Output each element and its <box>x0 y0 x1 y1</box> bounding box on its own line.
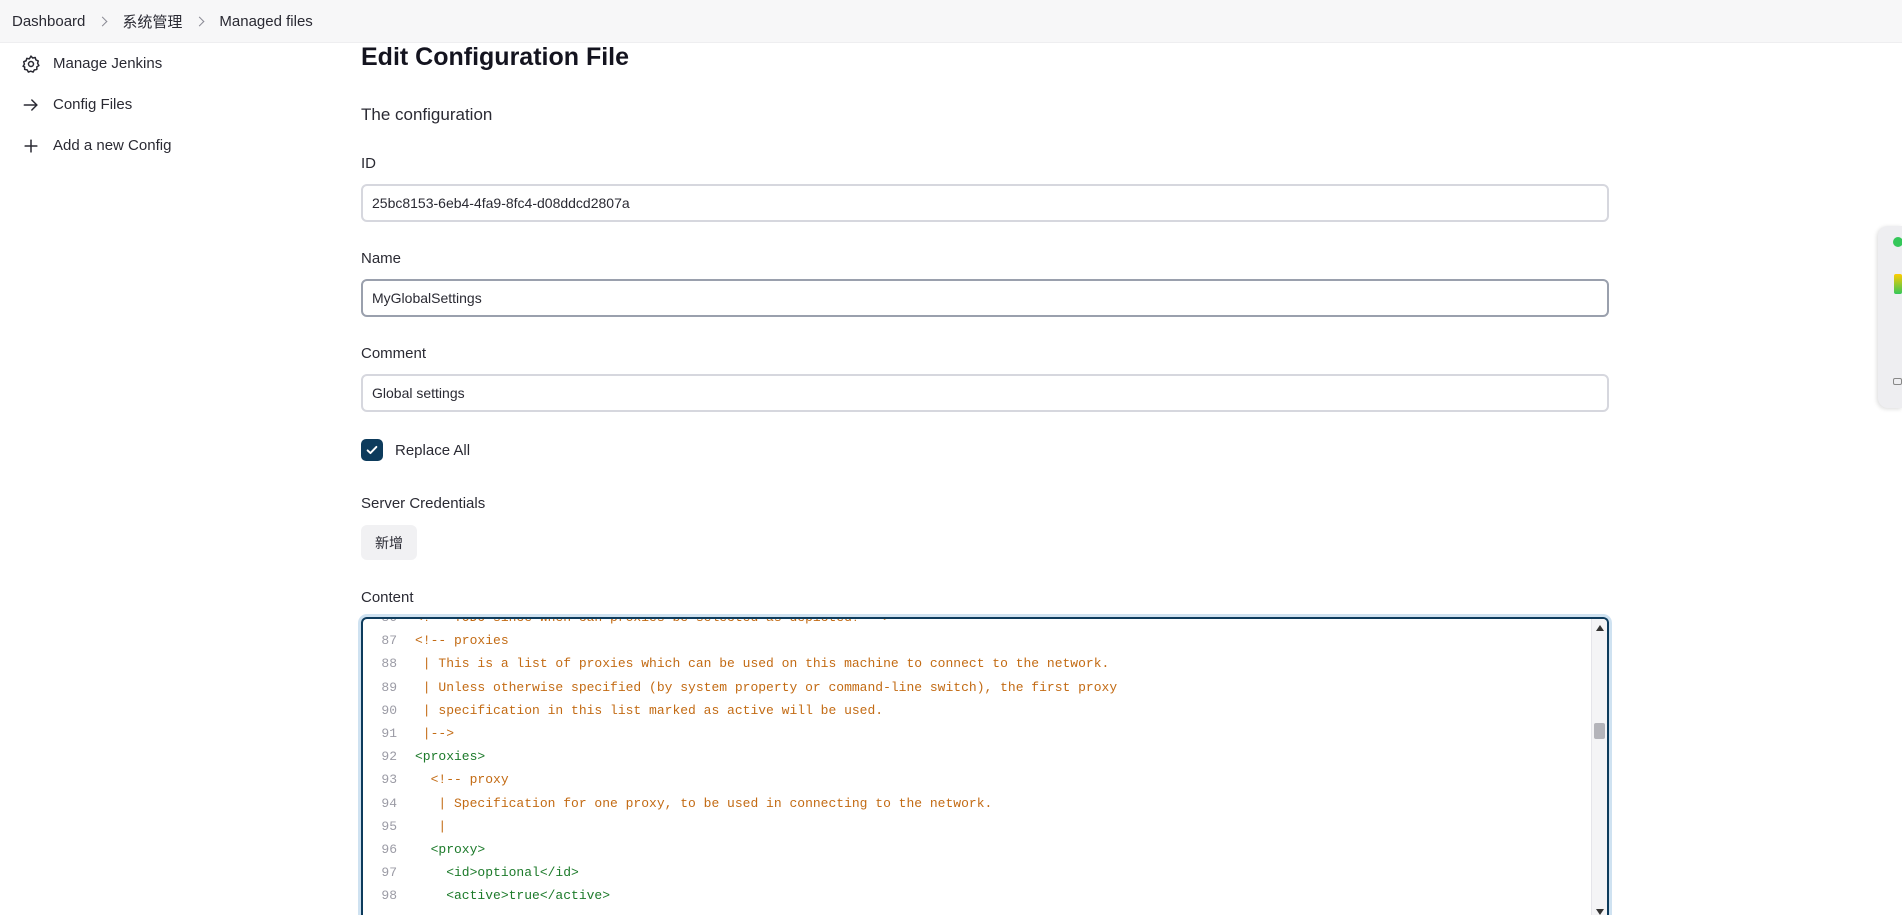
code-text: <!-- proxy <box>415 772 509 788</box>
name-field[interactable] <box>361 279 1609 317</box>
name-label: Name <box>361 250 402 267</box>
code-text: <!-- TODO since when can proxies be sele… <box>415 617 891 626</box>
code-line: 94 | Specification for one proxy, to be … <box>363 792 1593 815</box>
battery-icon <box>1894 274 1902 294</box>
content-label: Content <box>361 589 414 606</box>
breadcrumb-dashboard[interactable]: Dashboard <box>12 13 85 30</box>
code-text: | This is a list of proxies which can be… <box>415 656 1110 672</box>
gear-icon <box>20 53 42 75</box>
breadcrumb: Dashboard 系统管理 Managed files <box>0 0 1902 43</box>
code-text: | <box>415 818 447 834</box>
code-lines: 86 <!-- TODO since when can proxies be se… <box>363 617 1593 907</box>
comment-field[interactable] <box>361 374 1609 412</box>
code-line: 86 <!-- TODO since when can proxies be se… <box>363 617 1593 629</box>
code-text: | specification in this list marked as a… <box>415 702 884 718</box>
editor-scrollbar[interactable] <box>1591 619 1607 915</box>
replace-all-checkbox[interactable] <box>361 439 383 461</box>
comment-label: Comment <box>361 345 427 362</box>
code-line: 93 <!-- proxy <box>363 768 1593 791</box>
code-text: <proxy> <box>415 841 486 857</box>
line-number: 98 <box>381 888 397 904</box>
status-dot-icon <box>1893 237 1902 247</box>
code-line: 87 <!-- proxies <box>363 629 1593 652</box>
line-number: 89 <box>381 679 397 695</box>
line-number: 94 <box>381 795 397 811</box>
line-number: 97 <box>381 865 397 881</box>
code-line: 96 <proxy> <box>363 838 1593 861</box>
line-number: 87 <box>381 633 397 649</box>
line-number: 92 <box>381 749 397 765</box>
code-line: 90 | specification in this list marked a… <box>363 699 1593 722</box>
code-text: <!-- proxies <box>415 633 509 649</box>
id-label: ID <box>361 155 376 172</box>
floating-monitor-widget[interactable] <box>1878 226 1902 408</box>
code-text: <proxies> <box>415 749 486 765</box>
breadcrumb-system-admin[interactable]: 系统管理 <box>122 11 182 32</box>
sidebar-item-config-files[interactable]: Config Files <box>20 84 320 125</box>
code-line: 97 <id>optional</id> <box>363 861 1593 884</box>
line-number: 95 <box>381 818 397 834</box>
code-line: 98 <active>true</active> <box>363 884 1593 907</box>
sidebar-item-add-new-config[interactable]: Add a new Config <box>20 125 320 166</box>
line-number: 96 <box>381 841 397 857</box>
server-credentials-label: Server Credentials <box>361 495 486 512</box>
add-credentials-button[interactable]: 新增 <box>361 525 417 560</box>
section-title: The configuration <box>361 105 493 124</box>
line-number: 88 <box>381 656 397 672</box>
arrow-right-icon <box>20 94 42 116</box>
code-text: <active>true</active> <box>415 888 611 904</box>
line-number: 86 <box>381 617 397 626</box>
camera-icon <box>1893 378 1902 385</box>
plus-icon <box>20 135 42 157</box>
id-field[interactable] <box>361 184 1609 222</box>
code-text: | Unless otherwise specified (by system … <box>415 679 1118 695</box>
code-line: 89 | Unless otherwise specified (by syst… <box>363 676 1593 699</box>
code-text: | Specification for one proxy, to be use… <box>415 795 993 811</box>
replace-all-label: Replace All <box>395 441 471 459</box>
chevron-right-icon <box>194 16 205 26</box>
code-line: 92 <proxies> <box>363 745 1593 768</box>
code-text: <id>optional</id> <box>415 865 579 881</box>
replace-all-row[interactable]: Replace All <box>361 439 470 461</box>
sidebar-item-label: Config Files <box>53 96 133 113</box>
sidebar-item-label: Add a new Config <box>53 137 172 154</box>
line-number: 90 <box>381 702 397 718</box>
code-editor[interactable]: 86 <!-- TODO since when can proxies be se… <box>361 617 1609 915</box>
line-number: 93 <box>381 772 397 788</box>
code-line: 91 |--> <box>363 722 1593 745</box>
code-line: 88 | This is a list of proxies which can… <box>363 652 1593 675</box>
checkmark-icon <box>366 445 378 455</box>
chevron-right-icon <box>97 16 108 26</box>
code-line: 95 | <box>363 815 1593 838</box>
scroll-thumb[interactable] <box>1594 723 1605 739</box>
sidebar-item-manage-jenkins[interactable]: Manage Jenkins <box>20 43 320 84</box>
scroll-up-arrow-icon[interactable] <box>1596 625 1604 631</box>
line-number: 91 <box>381 726 397 742</box>
breadcrumb-managed-files[interactable]: Managed files <box>219 13 312 30</box>
page-title: Edit Configuration File <box>361 43 630 71</box>
code-text: |--> <box>415 726 455 742</box>
scroll-down-arrow-icon[interactable] <box>1596 909 1604 915</box>
sidebar: Manage Jenkins Config Files Add a new Co… <box>20 43 320 166</box>
sidebar-item-label: Manage Jenkins <box>53 55 163 72</box>
